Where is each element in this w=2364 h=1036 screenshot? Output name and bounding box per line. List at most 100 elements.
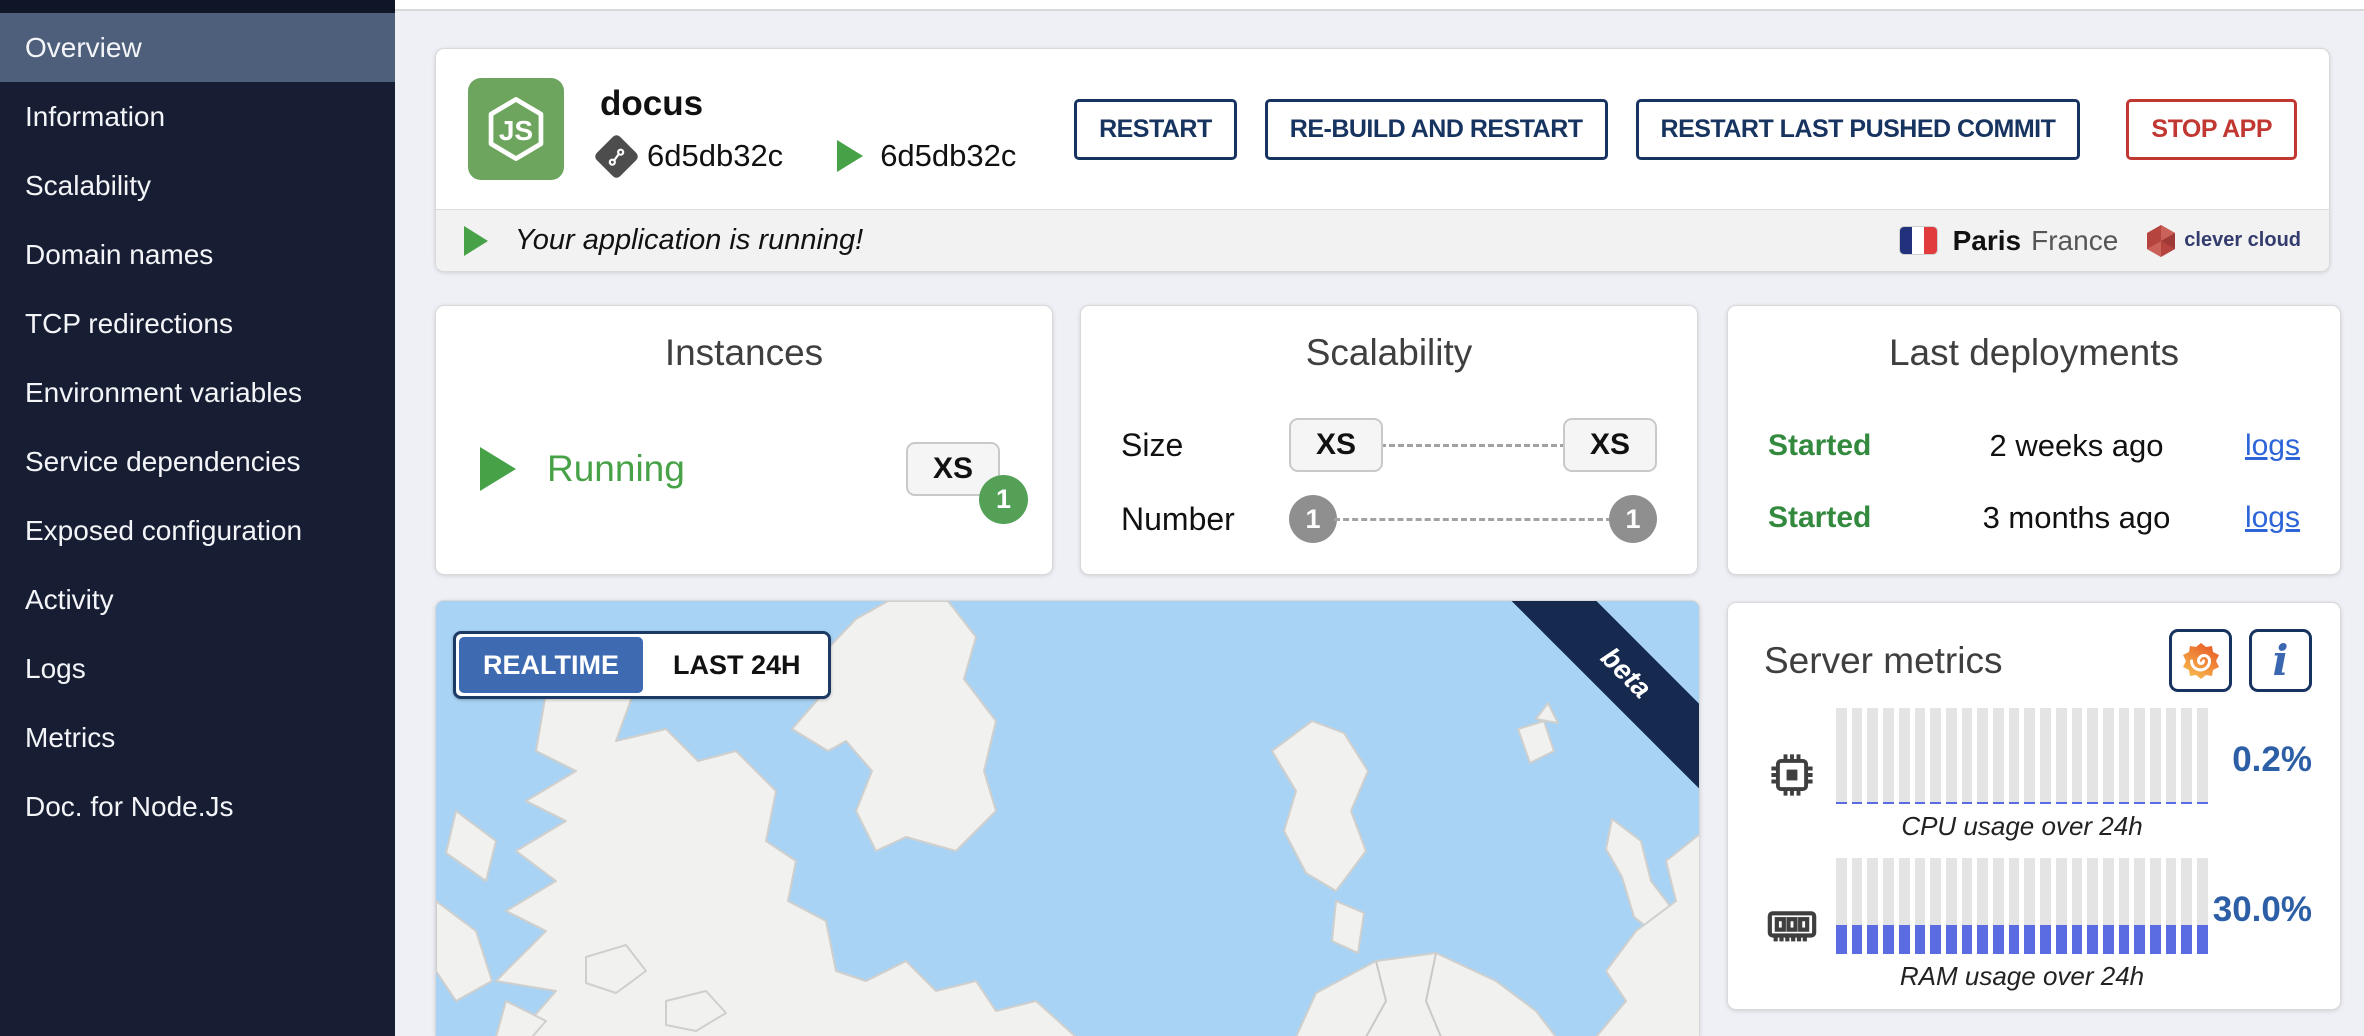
ram-usage-value: 30.0% (2213, 890, 2312, 960)
play-icon (837, 140, 866, 172)
main-content: JS docus 6d5db32c (395, 0, 2364, 1036)
sidebar-item-doc-nodejs[interactable]: Doc. for Node.Js (0, 772, 395, 841)
sidebar-item-information[interactable]: Information (0, 82, 395, 151)
sidebar-item-metrics[interactable]: Metrics (0, 703, 395, 772)
deployment-logs-link[interactable]: logs (2210, 501, 2300, 535)
sidebar-item-label: Overview (25, 32, 142, 64)
grafana-icon (2180, 640, 2222, 682)
deployment-status: Started (1768, 429, 1943, 463)
usage-bar (1836, 858, 1847, 954)
app-header-card: JS docus 6d5db32c (435, 48, 2330, 272)
usage-bar (2072, 858, 2083, 954)
sidebar-item-label: Scalability (25, 170, 151, 202)
scalability-rows: Size XS XS Number 1 1 (1081, 408, 1697, 556)
sidebar-item-label: Activity (25, 584, 114, 616)
sidebar-item-tcp-redirections[interactable]: TCP redirections (0, 289, 395, 358)
cpu-icon (1762, 749, 1822, 801)
restart-button[interactable]: RESTART (1074, 99, 1237, 160)
size-label: Size (1121, 427, 1289, 464)
sidebar-item-logs[interactable]: Logs (0, 634, 395, 703)
usage-bar (1883, 858, 1894, 954)
scalability-card: Scalability Size XS XS Number 1 1 (1080, 305, 1698, 575)
deployed-commit: 6d5db32c (600, 138, 783, 174)
usage-bar (2072, 708, 2083, 804)
usage-bar (2197, 858, 2208, 954)
usage-bar (1993, 708, 2004, 804)
instances-title: Instances (436, 306, 1052, 374)
usage-bar (1852, 858, 1863, 954)
scalability-number-row: Number 1 1 (1081, 482, 1697, 556)
usage-bar (1899, 708, 1910, 804)
access-map-card[interactable]: REALTIME LAST 24H beta (435, 600, 1700, 1036)
app-actions: RESTART RE-BUILD AND RESTART RESTART LAS… (1074, 99, 2297, 160)
stop-app-button[interactable]: STOP APP (2126, 99, 2297, 160)
deployment-status: Started (1768, 501, 1943, 535)
deployment-time: 2 weeks ago (1943, 428, 2210, 464)
cpu-usage-bars (1836, 708, 2208, 804)
deployment-logs-link[interactable]: logs (2210, 429, 2300, 463)
clever-cloud-brand: clever cloud (2146, 224, 2301, 258)
sidebar-item-exposed-configuration[interactable]: Exposed configuration (0, 496, 395, 565)
instances-row: Running XS 1 (436, 442, 1052, 496)
sidebar-item-activity[interactable]: Activity (0, 565, 395, 634)
usage-bar (2119, 858, 2130, 954)
app-status-bar: Your application is running! Paris Franc… (436, 209, 2329, 271)
france-flag-icon (1900, 227, 1937, 254)
tab-realtime[interactable]: REALTIME (459, 637, 643, 693)
deployments-title: Last deployments (1728, 306, 2340, 374)
sidebar-item-label: Doc. for Node.Js (25, 791, 234, 823)
usage-bar (2181, 708, 2192, 804)
zone-country: France (2031, 225, 2118, 257)
ram-chart-label: RAM usage over 24h (1836, 961, 2208, 992)
usage-bar (2009, 708, 2020, 804)
sidebar-item-label: Exposed configuration (25, 515, 302, 547)
info-icon: i (2273, 640, 2289, 682)
ram-usage-bars (1836, 858, 2208, 954)
ram-icon (1762, 897, 1822, 953)
git-commit-icon (593, 133, 640, 180)
deployment-row: Started 3 months ago logs (1728, 482, 2340, 554)
sidebar-item-label: Metrics (25, 722, 115, 754)
metrics-header: Server metrics i (1728, 603, 2340, 692)
cpu-chart-label: CPU usage over 24h (1836, 811, 2208, 842)
usage-bar (2150, 708, 2161, 804)
metrics-title: Server metrics (1764, 640, 2002, 682)
usage-bar (1930, 858, 1941, 954)
grafana-button[interactable] (2169, 629, 2232, 692)
usage-bar (2103, 858, 2114, 954)
usage-bar (2009, 858, 2020, 954)
map-mode-toggle: REALTIME LAST 24H (453, 631, 831, 699)
server-metrics-card: Server metrics i (1727, 602, 2341, 1010)
zone-city: Paris (1953, 225, 2022, 257)
number-label: Number (1121, 501, 1289, 538)
logo-js-text: JS (499, 115, 533, 146)
brand-name: clever cloud (2184, 229, 2301, 252)
sidebar-item-overview[interactable]: Overview (0, 13, 395, 82)
instance-count-badge: 1 (979, 475, 1028, 524)
sidebar-item-service-dependencies[interactable]: Service dependencies (0, 427, 395, 496)
usage-bar (2134, 708, 2145, 804)
deployments-card: Last deployments Started 2 weeks ago log… (1727, 305, 2341, 575)
metrics-actions: i (2169, 629, 2312, 692)
status-message: Your application is running! (515, 224, 863, 257)
running-commit: 6d5db32c (837, 138, 1016, 174)
sidebar-item-label: Domain names (25, 239, 213, 271)
usage-bar (2166, 708, 2177, 804)
running-state-label: Running (547, 448, 685, 490)
sidebar-item-domain-names[interactable]: Domain names (0, 220, 395, 289)
sidebar-item-label: Environment variables (25, 377, 302, 409)
sidebar-item-environment-variables[interactable]: Environment variables (0, 358, 395, 427)
rebuild-restart-button[interactable]: RE-BUILD AND RESTART (1265, 99, 1608, 160)
usage-bar (1962, 708, 1973, 804)
tab-last-24h[interactable]: LAST 24H (646, 634, 828, 696)
usage-bar (2197, 708, 2208, 804)
usage-bar (2087, 858, 2098, 954)
usage-bar (1977, 858, 1988, 954)
usage-bar (1977, 708, 1988, 804)
sidebar-item-label: TCP redirections (25, 308, 233, 340)
usage-bar (1883, 708, 1894, 804)
nodejs-logo-icon: JS (468, 78, 564, 180)
sidebar-item-scalability[interactable]: Scalability (0, 151, 395, 220)
metrics-info-button[interactable]: i (2249, 629, 2312, 692)
restart-last-commit-button[interactable]: RESTART LAST PUSHED COMMIT (1636, 99, 2081, 160)
